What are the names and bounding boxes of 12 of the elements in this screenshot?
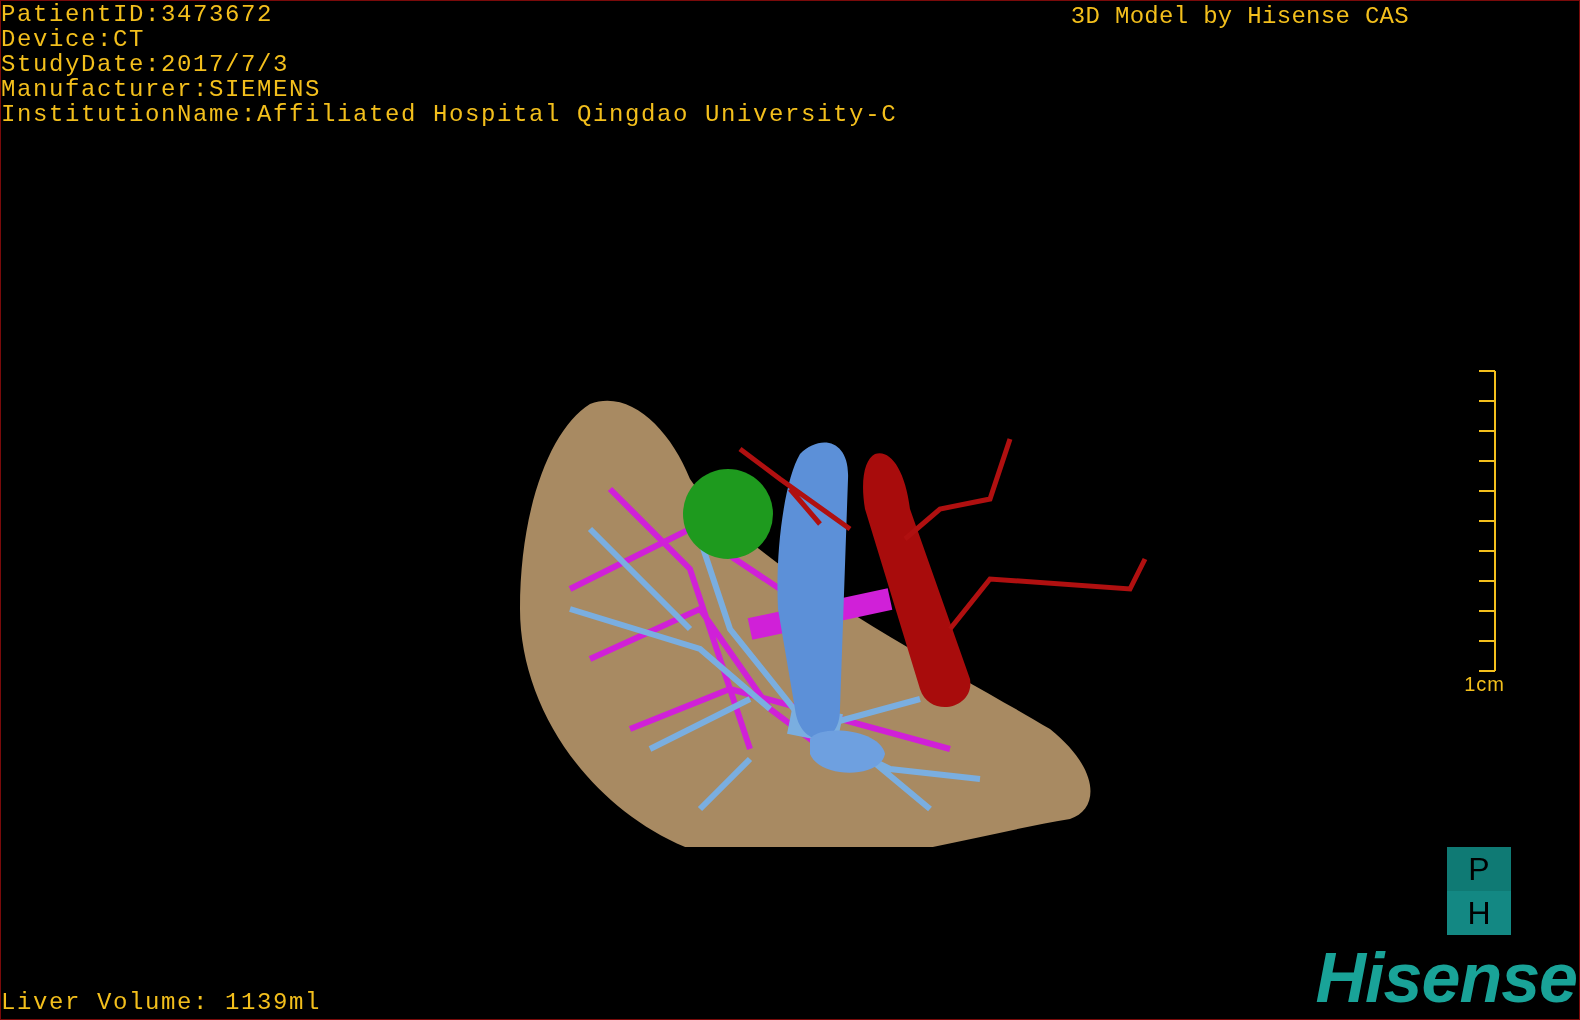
study-info-text: StudyDate:2017/7/3 [1, 52, 291, 77]
logo-badge-letter: H [1447, 891, 1511, 935]
scale-label: 1cm [1464, 673, 1505, 695]
liver-volume-text: Liver Volume: 1139ml [1, 990, 322, 1018]
scale-bar-icon [1477, 369, 1497, 673]
logo-wordmark: Hisense [1315, 945, 1578, 1019]
study-info-text: PatientID:3473672 [1, 2, 275, 27]
logo-badge-letter: P [1447, 847, 1511, 891]
viewer-title: 3D Model by Hisense CAS [1070, 2, 1410, 32]
study-info-text: Manufacturer:SIEMENS [1, 77, 323, 102]
study-info-text: InstitutionName:Affiliated Hospital Qingdao University-C [1, 102, 898, 127]
study-info-text: Device:CT [1, 27, 147, 52]
